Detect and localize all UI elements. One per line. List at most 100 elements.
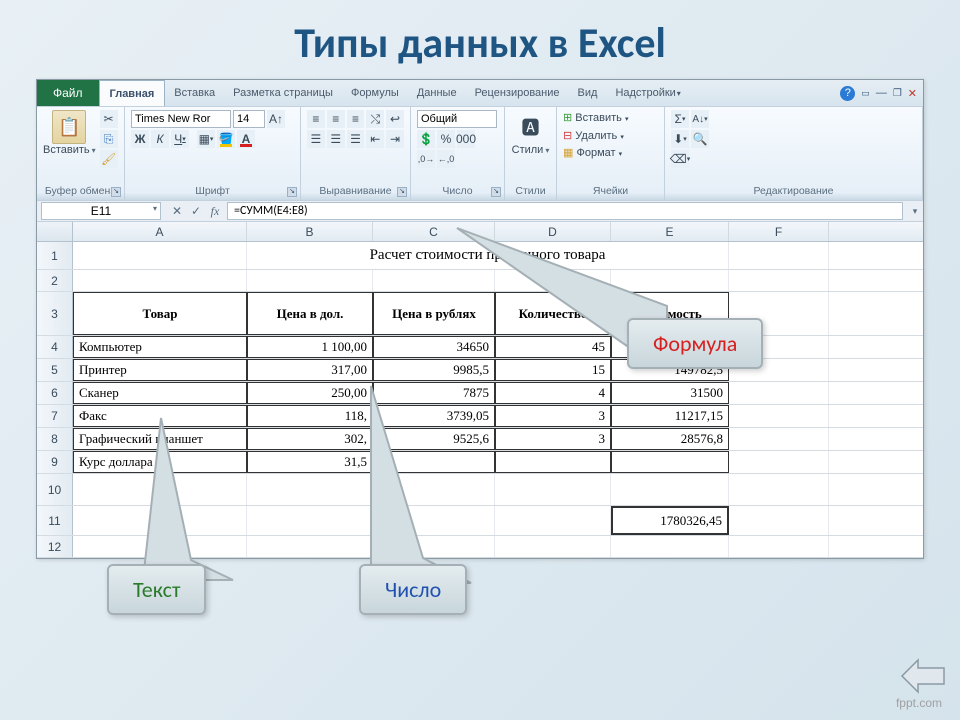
copy-icon[interactable]: ⎘ xyxy=(100,130,118,148)
insert-cells-button[interactable]: ⊞ Вставить ▾ xyxy=(563,110,658,128)
row-header-4[interactable]: 4 xyxy=(37,336,73,358)
underline-button[interactable]: Ч▾ xyxy=(171,130,189,148)
row-header-6[interactable]: 6 xyxy=(37,382,73,404)
window-minimize-icon[interactable]: — xyxy=(876,87,887,99)
col-header-F[interactable]: F xyxy=(729,222,829,241)
table-header[interactable]: Товар xyxy=(73,292,247,335)
table-cell[interactable]: 31500 xyxy=(611,382,729,404)
styles-button[interactable]: Стили xyxy=(511,144,550,156)
currency-icon[interactable]: 💲 xyxy=(417,130,435,148)
tab-review[interactable]: Рецензирование xyxy=(466,80,569,106)
decrease-indent-icon[interactable]: ⇤ xyxy=(366,130,384,148)
fill-icon[interactable]: ⬇▾ xyxy=(671,130,689,148)
align-right-icon[interactable]: ☰ xyxy=(347,130,365,148)
table-cell[interactable]: 3 xyxy=(495,405,611,427)
tab-formulas[interactable]: Формулы xyxy=(342,80,408,106)
font-name-input[interactable] xyxy=(131,110,231,128)
expand-formula-bar-icon[interactable]: ▾ xyxy=(907,206,923,217)
format-painter-icon[interactable]: 🖌 xyxy=(100,150,118,168)
wrap-text-icon[interactable]: ↩ xyxy=(386,110,404,128)
table-cell[interactable]: 15 xyxy=(495,359,611,381)
help-icon[interactable]: ? xyxy=(840,86,855,101)
tab-page-layout[interactable]: Разметка страницы xyxy=(224,80,342,106)
font-color-button[interactable]: A xyxy=(237,130,255,148)
table-cell[interactable]: 3 xyxy=(495,428,611,450)
align-middle-icon[interactable]: ≡ xyxy=(327,110,345,128)
row-header-9[interactable]: 9 xyxy=(37,451,73,473)
name-box[interactable]: E11 xyxy=(41,202,161,220)
font-dialog-icon[interactable]: ↘ xyxy=(287,187,297,197)
comma-icon[interactable]: 000 xyxy=(457,130,475,148)
select-all-corner[interactable] xyxy=(37,222,73,241)
bold-button[interactable]: Ж xyxy=(131,130,149,148)
col-header-B[interactable]: B xyxy=(247,222,373,241)
enter-formula-icon[interactable]: ✓ xyxy=(188,204,204,219)
format-cells-button[interactable]: ▦ Формат ▾ xyxy=(563,145,658,163)
col-header-A[interactable]: A xyxy=(73,222,247,241)
row-header-8[interactable]: 8 xyxy=(37,428,73,450)
clear-icon[interactable]: ⌫▾ xyxy=(671,150,689,168)
decrease-decimal-icon[interactable]: ←,0 xyxy=(437,150,455,168)
row-header-12[interactable]: 12 xyxy=(37,536,73,557)
sort-icon[interactable]: A↓▾ xyxy=(691,110,709,128)
border-button[interactable]: ▦▾ xyxy=(197,130,215,148)
window-close-icon[interactable]: ✕ xyxy=(908,87,917,100)
tab-insert[interactable]: Вставка xyxy=(165,80,224,106)
window-restore-icon[interactable]: ❐ xyxy=(893,88,902,99)
tab-data[interactable]: Данные xyxy=(408,80,466,106)
align-top-icon[interactable]: ≡ xyxy=(307,110,325,128)
paste-button[interactable]: Вставить xyxy=(43,144,96,156)
tab-file[interactable]: Файл xyxy=(37,80,99,106)
cancel-formula-icon[interactable]: ✕ xyxy=(169,204,185,219)
styles-icon[interactable]: 🅰 xyxy=(514,110,548,144)
paste-icon[interactable]: 📋 xyxy=(52,110,86,144)
find-icon[interactable]: 🔍 xyxy=(691,130,709,148)
group-alignment: ≡ ≡ ≡ ⤭ ↩ ☰ ☰ ☰ ⇤ ⇥ Выравнивание ↘ xyxy=(301,107,411,200)
delete-cells-button[interactable]: ⊟ Удалить ▾ xyxy=(563,128,658,146)
align-center-icon[interactable]: ☰ xyxy=(327,130,345,148)
number-format-select[interactable] xyxy=(417,110,497,128)
number-dialog-icon[interactable]: ↘ xyxy=(491,187,501,197)
grow-font-icon[interactable]: A↑ xyxy=(267,110,285,128)
autosum-icon[interactable]: Σ▾ xyxy=(671,110,689,128)
merge-cells-icon[interactable]: ⇥ xyxy=(386,130,404,148)
font-size-input[interactable] xyxy=(233,110,265,128)
table-cell[interactable]: Принтер xyxy=(73,359,247,381)
table-cell[interactable]: Сканер xyxy=(73,382,247,404)
row-header-5[interactable]: 5 xyxy=(37,359,73,381)
increase-decimal-icon[interactable]: ,0→ xyxy=(417,150,435,168)
row-header-10[interactable]: 10 xyxy=(37,474,73,505)
table-cell[interactable]: 4 xyxy=(495,382,611,404)
table-header[interactable]: Цена в дол. xyxy=(247,292,373,335)
table-cell[interactable]: 1 100,00 xyxy=(247,336,373,358)
percent-icon[interactable]: % xyxy=(437,130,455,148)
total-cell[interactable]: 1780326,45 xyxy=(611,506,729,535)
group-clipboard: 📋 Вставить ✂ ⎘ 🖌 Буфер обмена ↘ xyxy=(37,107,125,200)
align-left-icon[interactable]: ☰ xyxy=(307,130,325,148)
table-cell[interactable]: 28576,8 xyxy=(611,428,729,450)
row-header-7[interactable]: 7 xyxy=(37,405,73,427)
italic-button[interactable]: К xyxy=(151,130,169,148)
row-header-3[interactable]: 3 xyxy=(37,292,73,335)
row-header-1[interactable]: 1 xyxy=(37,242,73,269)
row-header-11[interactable]: 11 xyxy=(37,506,73,535)
fx-icon[interactable]: fx xyxy=(207,204,223,219)
row-header-2[interactable]: 2 xyxy=(37,270,73,291)
slide-title: Типы данных в Excel xyxy=(0,0,960,79)
alignment-dialog-icon[interactable]: ↘ xyxy=(397,187,407,197)
table-cell[interactable]: 11217,15 xyxy=(611,405,729,427)
table-cell[interactable]: Компьютер xyxy=(73,336,247,358)
group-font: A↑ Ж К Ч▾ ▦▾ 🪣 A Шрифт ↘ xyxy=(125,107,301,200)
orientation-icon[interactable]: ⤭ xyxy=(366,110,384,128)
minimize-ribbon-icon[interactable]: ▭ xyxy=(861,88,870,99)
watermark: fppt.com xyxy=(896,696,942,710)
tab-addins[interactable]: Надстройки▾ xyxy=(606,80,689,106)
fill-color-button[interactable]: 🪣 xyxy=(217,130,235,148)
tab-view[interactable]: Вид xyxy=(569,80,607,106)
tab-home[interactable]: Главная xyxy=(99,80,166,106)
clipboard-dialog-icon[interactable]: ↘ xyxy=(111,187,121,197)
align-bottom-icon[interactable]: ≡ xyxy=(347,110,365,128)
group-label-styles: Стили xyxy=(511,182,550,200)
cut-icon[interactable]: ✂ xyxy=(100,110,118,128)
nav-back-icon[interactable] xyxy=(900,656,948,696)
